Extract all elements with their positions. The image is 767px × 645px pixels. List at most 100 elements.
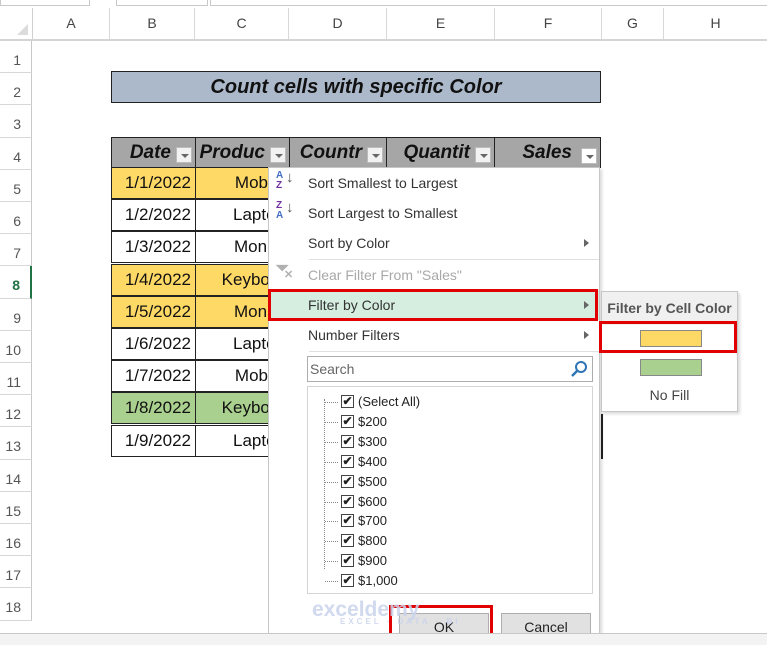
menu-clear-filter: ⏷ ✕ Clear Filter From "Sales"	[269, 260, 599, 290]
tree-line	[325, 541, 338, 543]
column-header-h[interactable]: H	[664, 8, 767, 39]
header-quantity: Quantit	[386, 137, 495, 168]
tree-line	[325, 421, 338, 423]
row-header-8[interactable]: 8	[0, 266, 32, 299]
row-header-7[interactable]: 7	[0, 234, 32, 267]
checkbox[interactable]: ✔	[341, 494, 354, 508]
swatch-green[interactable]	[640, 359, 702, 376]
filter-menu: A Z ↓ Sort Smallest to Largest Z A ↓ Sort La…	[268, 167, 600, 644]
row-header-4[interactable]: 4	[0, 137, 32, 170]
menu-label: Sort by Color	[308, 235, 390, 251]
value-label: $600	[358, 493, 387, 509]
tree-line	[325, 501, 338, 503]
column-header-d[interactable]: D	[289, 8, 387, 39]
search-placeholder: Search	[310, 361, 355, 377]
cell-date[interactable]: 1/4/2022	[111, 263, 196, 296]
row-header-13[interactable]: 13	[0, 427, 32, 460]
row-header-18[interactable]: 18	[0, 588, 32, 621]
cell-date[interactable]: 1/9/2022	[111, 424, 196, 457]
menu-label: Number Filters	[308, 327, 400, 343]
filter-dropdown-country[interactable]	[367, 147, 383, 163]
row-header-16[interactable]: 16	[0, 524, 32, 557]
cell-date[interactable]: 1/7/2022	[111, 360, 196, 393]
cell-date[interactable]: 1/1/2022	[111, 167, 196, 199]
menu-sort-descending[interactable]: Z A ↓ Sort Largest to Smallest	[269, 198, 599, 228]
sort-ascending-icon: A Z ↓	[276, 169, 294, 191]
value-label: $400	[358, 453, 387, 469]
column-header-f[interactable]: F	[495, 8, 602, 39]
header-date-label: Date	[129, 142, 171, 163]
row-header-2[interactable]: 2	[0, 73, 32, 106]
submenu-arrow-icon	[584, 239, 589, 247]
filter-dropdown-date[interactable]	[176, 147, 192, 163]
column-header-e[interactable]: E	[387, 8, 495, 39]
row-header-9[interactable]: 9	[0, 298, 32, 331]
filter-dropdown-sales[interactable]	[581, 148, 597, 164]
select-all-corner[interactable]	[0, 8, 33, 39]
column-header-c[interactable]: C	[195, 8, 289, 39]
menu-number-filters[interactable]: Number Filters	[269, 320, 599, 350]
row-header-12[interactable]: 12	[0, 395, 32, 428]
row-header-14[interactable]: 14	[0, 459, 32, 492]
filter-dropdown-product[interactable]	[270, 147, 286, 163]
header-date: Date	[111, 137, 196, 168]
tree-line	[325, 402, 338, 403]
value-label: $700	[358, 513, 387, 529]
tree-line	[325, 461, 338, 463]
no-fill-option[interactable]: No Fill	[602, 387, 737, 403]
cell-date[interactable]: 1/8/2022	[111, 392, 196, 425]
filter-dropdown-quantity[interactable]	[475, 147, 491, 163]
row-header-11[interactable]: 11	[0, 363, 32, 396]
row-header-15[interactable]: 15	[0, 491, 32, 524]
value-label: $800	[358, 533, 387, 549]
row-header-10[interactable]: 10	[0, 330, 32, 363]
value-label: $300	[358, 433, 387, 449]
row-header-1[interactable]: 1	[0, 41, 32, 74]
checkbox[interactable]: ✔	[341, 395, 354, 408]
sort-descending-icon: Z A ↓	[276, 199, 294, 221]
row-header-3[interactable]: 3	[0, 105, 32, 138]
cell-date[interactable]: 1/5/2022	[111, 295, 196, 328]
value-label: $900	[358, 553, 387, 569]
menu-label: Sort Largest to Smallest	[308, 205, 458, 221]
checkbox[interactable]: ✔	[341, 474, 354, 488]
highlight-box-filter-by-color	[268, 289, 598, 321]
menu-sort-ascending[interactable]: A Z ↓ Sort Smallest to Largest	[269, 168, 599, 198]
column-header-g[interactable]: G	[602, 8, 664, 39]
checkbox[interactable]: ✔	[341, 454, 354, 468]
tree-line	[325, 481, 338, 483]
name-box[interactable]	[0, 0, 90, 6]
checkbox[interactable]: ✔	[341, 434, 354, 448]
table-right-border	[601, 414, 603, 459]
column-header-b[interactable]: B	[110, 8, 195, 39]
clear-filter-icon: ⏷ ✕	[276, 260, 294, 281]
search-input[interactable]: Search	[307, 356, 593, 382]
row-header-5[interactable]: 5	[0, 169, 32, 202]
header-product-label: Produc	[199, 142, 265, 163]
tree-line	[324, 399, 325, 569]
row-header-17[interactable]: 17	[0, 556, 32, 589]
header-country: Countr	[289, 137, 387, 168]
header-quantity-label: Quantit	[403, 142, 471, 163]
menu-sort-by-color[interactable]: Sort by Color	[269, 228, 599, 258]
cell-date[interactable]: 1/2/2022	[111, 199, 196, 232]
column-headers: A B C D E F G H	[0, 8, 767, 41]
watermark: exceldemy EXCEL · DATA · BI	[312, 598, 460, 626]
checkbox[interactable]: ✔	[341, 554, 354, 568]
cell-date[interactable]: 1/6/2022	[111, 328, 196, 360]
checkbox[interactable]: ✔	[341, 534, 354, 548]
header-product: Produc	[195, 137, 290, 168]
sheet-title: Count cells with specific Color	[111, 71, 601, 103]
search-icon	[571, 361, 587, 377]
checkbox[interactable]: ✔	[341, 514, 354, 528]
value-label: $200	[358, 413, 387, 429]
row-header-6[interactable]: 6	[0, 202, 32, 235]
cell-date[interactable]: 1/3/2022	[111, 231, 196, 264]
values-list: ✔ (Select All) ✔ $200 ✔ $300 ✔ $400 ✔ $500 ✔ $600 ✔ $…	[307, 386, 593, 594]
column-header-a[interactable]: A	[33, 8, 110, 39]
checkbox[interactable]: ✔	[341, 414, 354, 428]
checkbox[interactable]: ✔	[341, 574, 354, 588]
tree-line	[325, 581, 338, 583]
formula-input[interactable]	[210, 0, 767, 6]
menu-separator	[309, 351, 599, 352]
